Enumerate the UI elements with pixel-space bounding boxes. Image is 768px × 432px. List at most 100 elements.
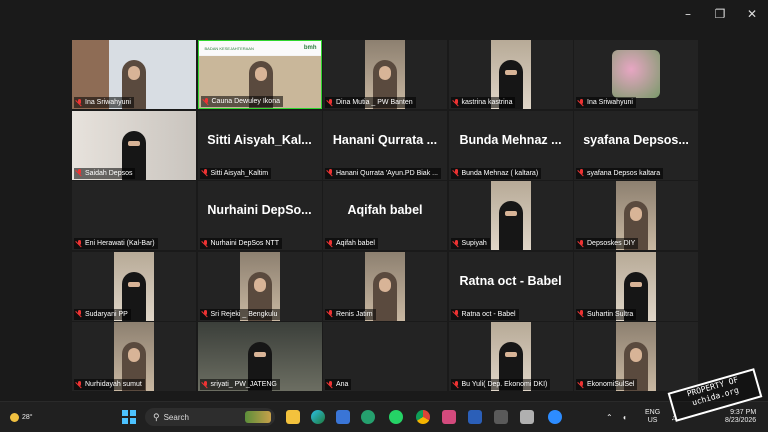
file-explorer-icon[interactable] [286,410,300,424]
participant-name-label: Supiyah [450,238,490,249]
participant-name-label: Depsoskes DIY [576,238,639,249]
participant-name-label: Nurhidayah sumut [74,379,145,390]
wifi-icon: ◖ [622,412,627,422]
participant-tile[interactable]: Bu Yuli( Dep. Ekonomi DKI) [448,322,573,391]
participant-name: Bunda Mehnaz ( kaltara) [461,169,539,177]
minimize-icon[interactable]: – [672,0,704,28]
restore-icon[interactable]: ❐ [704,0,736,28]
participant-tile[interactable]: Nurhidayah sumut [72,322,196,391]
participant-display-name: Aqifah babel [347,203,423,217]
person-figure [498,201,523,250]
mic-muted-icon [202,239,209,248]
participant-name-label: Saidah Depsos [74,167,136,179]
participant-tile[interactable]: Ina Sriwahyuni [72,40,196,109]
participant-tile[interactable]: kastrina kastrina [448,40,573,109]
participant-name-label: Hanani Qurrata 'Ayun.PD Biak ... [325,167,441,179]
participant-tile[interactable]: Suhartin Sultra [574,251,698,321]
participant-tile[interactable]: sriyati_ PW_JATENG [197,322,322,391]
participant-name: Sudaryani PP [85,310,128,318]
mic-muted-icon [327,380,334,389]
mic-muted-icon [578,98,585,107]
close-icon[interactable]: ✕ [736,0,768,28]
video-frame [490,181,531,250]
participant-tile[interactable]: Ana [323,322,447,391]
participant-name: Saidah Depsos [85,169,133,177]
participant-name: Ina Sriwahyuni [85,99,131,106]
participant-name-label: Bunda Mehnaz ( kaltara) [450,167,542,179]
participant-name-label: EkonomiSulSel [576,379,638,390]
person-face [504,352,517,357]
participant-display-name: Nurhaini DepSo... [207,203,312,217]
participant-name-label: syafana Depsos kaltara [576,167,664,179]
participant-tile[interactable]: Depsoskes DIY [574,181,698,250]
edge-icon[interactable] [311,410,325,424]
start-icon[interactable] [122,410,136,424]
participant-tile[interactable]: Nurhaini DepSo... Nurhaini DepSos NTT [197,181,322,250]
language-indicator[interactable]: ENG US [645,402,660,432]
avatar [612,50,660,98]
participant-tile[interactable]: Sitti Aisyah_Kal... Sitti Aisyah_Kaltim [197,110,322,180]
person-face [253,277,266,292]
participant-tile[interactable]: Renis Jatim [323,251,447,321]
word-icon[interactable] [468,410,482,424]
mic-muted-icon [578,310,585,318]
participant-tile[interactable]: Ina Sriwahyuni [574,40,698,109]
window-controls: – ❐ ✕ [672,0,768,28]
participant-name-label: kastrina kastrina [450,97,516,108]
person-face [128,140,140,146]
weather-widget[interactable]: 28° [10,402,33,432]
network-icon[interactable]: ◖ [622,402,627,432]
participant-tile[interactable]: Sudaryani PP [72,251,196,321]
participant-tile[interactable]: syafana Depsos... syafana Depsos kaltara [574,110,698,180]
participant-name: Bu Yuli( Dep. Ekonomi DKI) [461,381,548,388]
participant-display-name: Sitti Aisyah_Kal... [207,132,312,147]
snipping-tool-icon[interactable] [442,410,456,424]
app-icon-1[interactable] [361,410,375,424]
participant-name-label: sriyati_ PW_JATENG [199,379,280,390]
participant-name: Nurhaini DepSos NTT [210,240,279,247]
search-label: Search [163,412,189,422]
participant-name-label: Sitti Aisyah_Kaltim [199,167,272,179]
mic-muted-icon [76,310,83,318]
participant-tile[interactable]: Sri Rejeki _ Bengkulu [197,251,322,321]
search-icon: ⚲ [153,411,160,422]
participant-tile[interactable]: EkonomiSulSel [574,322,698,391]
mic-muted-icon [202,169,209,177]
tray-arrow[interactable]: ⌃ [606,402,613,432]
clock[interactable]: 9:37 PM 8/23/2026 [725,402,756,432]
whatsapp-icon[interactable] [389,410,403,424]
participant-tile[interactable]: Bunda Mehnaz ... Bunda Mehnaz ( kaltara) [448,110,573,180]
participant-tile[interactable]: Dina Mutia _ PW Banten [323,40,447,109]
mic-muted-icon [76,239,83,248]
taskbar-search[interactable]: ⚲ Search [145,408,275,426]
zoom-icon[interactable] [548,410,562,424]
participant-tile[interactable]: Saidah Depsos [72,110,196,180]
participant-tile[interactable]: Supiyah [448,181,573,250]
participant-tile[interactable]: Aqifah babel Aqifah babel [323,181,447,250]
store-icon[interactable] [336,410,350,424]
calculator-icon[interactable] [494,410,508,424]
participant-name-label: Dina Mutia _ PW Banten [325,97,416,108]
participant-tile[interactable]: BADAN KESEJAHTERAAN bmh Cauna Dewuley Ikon… [197,40,322,109]
mic-muted-icon [453,310,460,318]
participant-name-label: Aqifah babel [325,238,378,249]
participant-name: kastrina kastrina [461,99,513,106]
participant-name-label: Ana [325,379,352,390]
person-face [504,70,517,75]
app-icon-2[interactable] [520,410,534,424]
participant-tile[interactable]: Eni Herawati (Kal-Bar) [72,181,196,250]
mic-muted-icon [327,310,334,318]
search-highlight-icon [245,411,271,423]
chrome-icon[interactable] [416,410,430,424]
participant-tile[interactable]: Hanani Qurrata ... Hanani Qurrata 'Ayun.P… [323,110,447,180]
participant-name-label: Suhartin Sultra [576,308,637,320]
participant-name: Aqifah babel [336,240,375,247]
participant-name: Cauna Dewuley Ikona [211,98,281,105]
clock-date: 8/23/2026 [725,417,757,424]
mic-muted-icon [453,239,460,248]
participant-name: Sri Rejeki _ Bengkulu [210,310,278,318]
person-face [128,66,140,80]
participant-name-label: Ratna oct - Babel [450,308,519,320]
participant-name-label: Ina Sriwahyuni [74,97,134,108]
participant-tile[interactable]: Ratna oct - Babel Ratna oct - Babel [448,251,573,321]
